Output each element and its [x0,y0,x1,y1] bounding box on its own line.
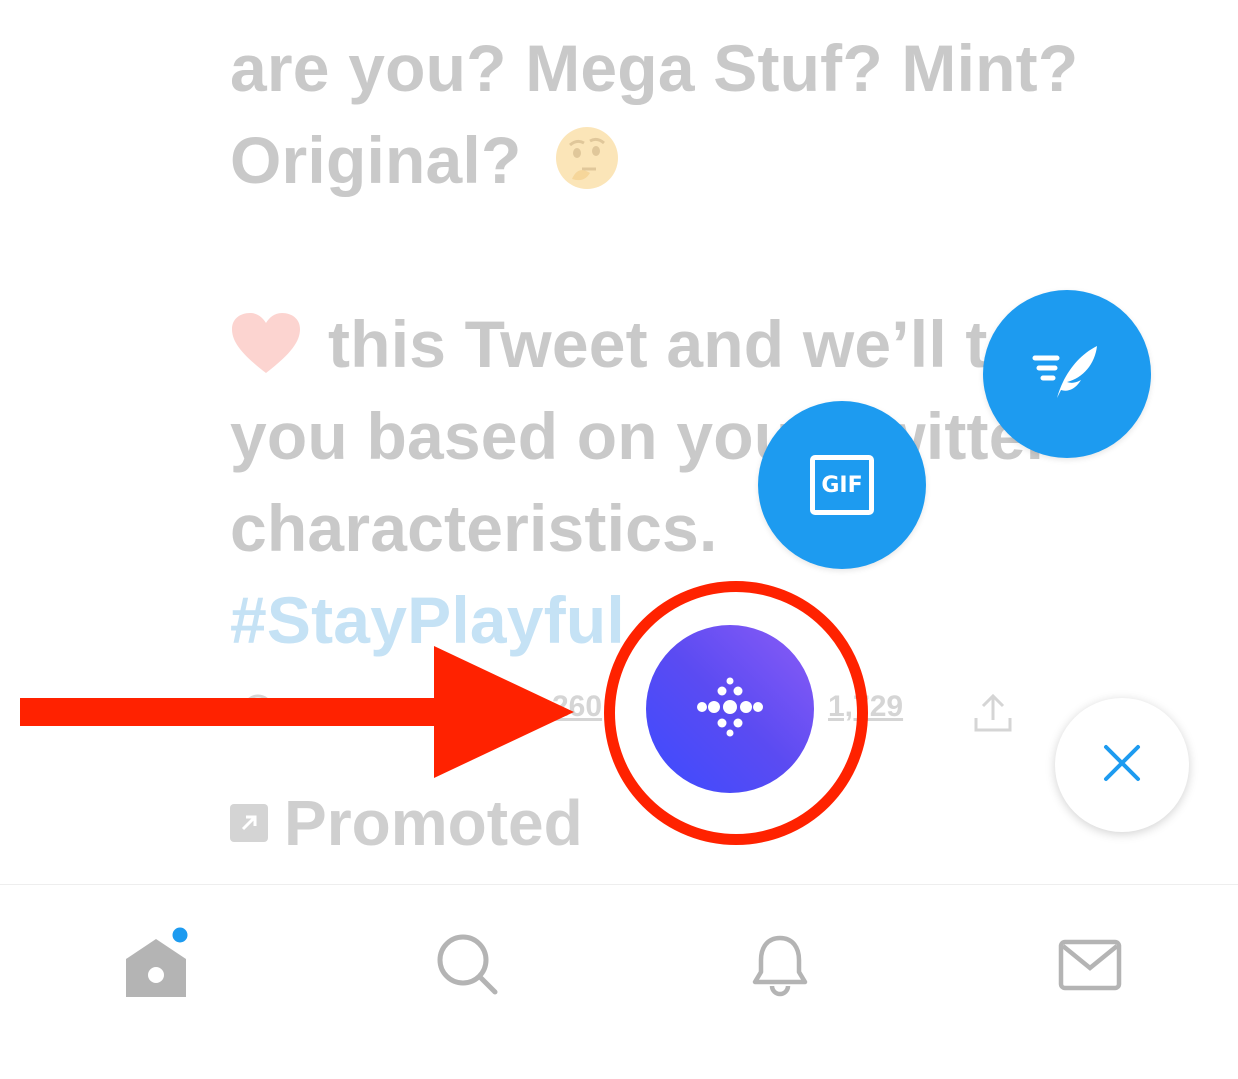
search-icon [435,932,501,1003]
tweet-line: Original? [230,114,1230,206]
tab-messages[interactable] [1050,927,1130,1007]
gif-button[interactable]: GIF [758,401,926,569]
highlight-circle [604,581,868,845]
tweet-line: are you? Mega Stuf? Mint? [230,31,1079,105]
tab-home[interactable] [118,924,198,1010]
tab-search[interactable] [428,927,508,1007]
bottom-tab-bar [0,885,1238,1079]
share-action[interactable] [970,690,1016,744]
gif-icon: GIF [810,455,874,515]
heart-icon [230,306,302,398]
promoted-icon [230,804,268,842]
tab-notifications[interactable] [740,927,820,1007]
tweet-line: characteristics. [230,491,718,565]
pointer-arrow [20,646,580,787]
thinking-face-icon [554,122,620,214]
envelope-icon [1057,932,1123,1003]
home-icon [118,924,198,1010]
feather-compose-icon [1027,332,1107,417]
share-icon [970,690,1016,744]
close-icon [1102,743,1142,788]
compose-tweet-button[interactable] [983,290,1151,458]
promoted-label: Promoted [230,786,583,860]
bell-icon [747,932,813,1003]
close-menu-button[interactable] [1055,698,1189,832]
